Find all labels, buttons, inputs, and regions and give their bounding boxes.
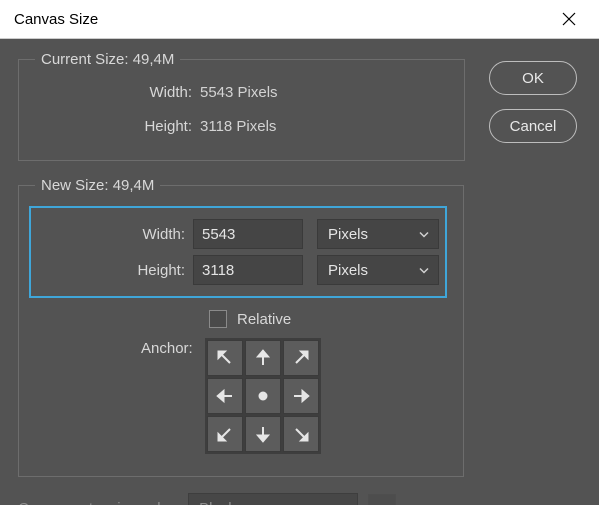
height-input[interactable] bbox=[193, 255, 303, 285]
arrow-up-icon bbox=[253, 348, 273, 368]
anchor-nw[interactable] bbox=[207, 340, 243, 376]
dimension-highlight: Width: Pixels Height: Pixels bbox=[29, 206, 447, 298]
anchor-w[interactable] bbox=[207, 378, 243, 414]
relative-checkbox[interactable] bbox=[209, 310, 227, 328]
anchor-ne[interactable] bbox=[283, 340, 319, 376]
close-button[interactable] bbox=[549, 0, 589, 38]
anchor-sw[interactable] bbox=[207, 416, 243, 452]
new-size-group: New Size: 49,4M Width: Pixels Height: bbox=[18, 177, 464, 477]
arrow-down-right-icon bbox=[291, 424, 311, 444]
width-input[interactable] bbox=[193, 219, 303, 249]
arrow-right-icon bbox=[291, 386, 311, 406]
canvas-size-dialog: Canvas Size OK Cancel Current Size: 49,4… bbox=[0, 0, 599, 505]
extension-color-label: Canvas extension color: bbox=[18, 500, 178, 505]
anchor-s[interactable] bbox=[245, 416, 281, 452]
new-width-label: Width: bbox=[39, 226, 193, 243]
anchor-grid bbox=[205, 338, 321, 454]
extension-color-row: Canvas extension color: Black bbox=[18, 493, 583, 505]
height-unit-value: Pixels bbox=[328, 262, 368, 279]
chevron-down-icon bbox=[337, 500, 349, 505]
current-width-label: Width: bbox=[35, 84, 200, 101]
arrow-up-left-icon bbox=[215, 348, 235, 368]
dot-icon bbox=[253, 386, 273, 406]
anchor-e[interactable] bbox=[283, 378, 319, 414]
anchor-se[interactable] bbox=[283, 416, 319, 452]
current-height-label: Height: bbox=[35, 118, 200, 135]
extension-color-swatch[interactable] bbox=[368, 494, 396, 505]
arrow-down-icon bbox=[253, 424, 273, 444]
extension-color-value: Black bbox=[199, 500, 236, 505]
width-unit-dropdown[interactable]: Pixels bbox=[317, 219, 439, 249]
new-height-label: Height: bbox=[39, 262, 193, 279]
title-bar: Canvas Size bbox=[0, 0, 599, 39]
new-size-legend: New Size: 49,4M bbox=[35, 177, 160, 194]
window-title: Canvas Size bbox=[14, 11, 98, 28]
cancel-button[interactable]: Cancel bbox=[489, 109, 577, 143]
anchor-n[interactable] bbox=[245, 340, 281, 376]
chevron-down-icon bbox=[418, 226, 430, 243]
close-icon bbox=[562, 12, 576, 26]
current-size-legend: Current Size: 49,4M bbox=[35, 51, 180, 68]
current-height-value: 3118 Pixels bbox=[200, 118, 448, 135]
current-width-value: 5543 Pixels bbox=[200, 84, 448, 101]
arrow-left-icon bbox=[215, 386, 235, 406]
dialog-content: OK Cancel Current Size: 49,4M Width: 554… bbox=[0, 39, 599, 505]
current-size-group: Current Size: 49,4M Width: 5543 Pixels H… bbox=[18, 51, 465, 161]
arrow-down-left-icon bbox=[215, 424, 235, 444]
ok-button[interactable]: OK bbox=[489, 61, 577, 95]
relative-label: Relative bbox=[237, 311, 291, 328]
extension-color-dropdown[interactable]: Black bbox=[188, 493, 358, 505]
anchor-center[interactable] bbox=[245, 378, 281, 414]
height-unit-dropdown[interactable]: Pixels bbox=[317, 255, 439, 285]
width-unit-value: Pixels bbox=[328, 226, 368, 243]
arrow-up-right-icon bbox=[291, 348, 311, 368]
chevron-down-icon bbox=[418, 262, 430, 279]
anchor-label: Anchor: bbox=[141, 338, 193, 357]
